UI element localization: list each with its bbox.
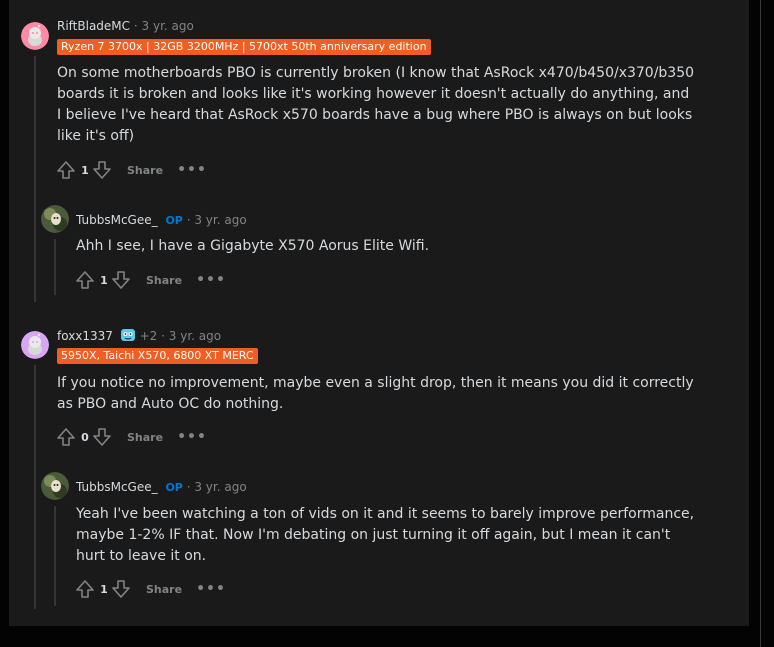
avatar[interactable]	[41, 205, 69, 233]
comment-actions: 0 Share •••	[55, 425, 207, 449]
snoo-avatar-icon	[21, 331, 49, 359]
upvote-icon[interactable]	[74, 578, 96, 600]
share-button[interactable]: Share	[127, 164, 163, 177]
user-flair: Ryzen 7 3700x | 32GB 3200MHz | 5700xt 50…	[57, 39, 431, 55]
comment-meta: TubbsMcGee_ OP · 3 yr. ago	[76, 212, 247, 229]
comment-meta: foxx1337 +2 · 3 yr. ago	[57, 327, 221, 347]
username[interactable]: TubbsMcGee_	[76, 213, 158, 227]
op-badge: OP	[165, 481, 183, 494]
username[interactable]: TubbsMcGee_	[76, 480, 158, 494]
username[interactable]: RiftBladeMC	[57, 19, 130, 33]
user-flair: 5950X, Taichi X570, 6800 XT MERC	[57, 348, 258, 364]
avatar[interactable]	[41, 472, 69, 500]
share-button[interactable]: Share	[146, 274, 182, 287]
comment-body: On some motherboards PBO is currently br…	[57, 65, 695, 144]
downvote-icon[interactable]	[91, 159, 113, 181]
thread-line[interactable]	[34, 56, 36, 302]
downvote-icon[interactable]	[110, 578, 132, 600]
comment-actions: 1 Share •••	[74, 577, 226, 601]
snoo-avatar-icon	[21, 22, 49, 50]
scrollbar-track[interactable]	[760, 0, 761, 647]
award-count[interactable]: +2	[140, 329, 158, 343]
timestamp[interactable]: 3 yr. ago	[194, 213, 246, 227]
comment-body: Yeah I've been watching a ton of vids on…	[76, 506, 695, 564]
profile-photo-icon	[41, 205, 69, 233]
comment-actions: 1 Share •••	[74, 268, 226, 292]
downvote-icon[interactable]	[110, 269, 132, 291]
vote-count: 1	[100, 582, 108, 596]
meta-separator: ·	[133, 19, 138, 33]
username[interactable]: foxx1337	[57, 329, 113, 343]
timestamp[interactable]: 3 yr. ago	[142, 19, 194, 33]
upvote-icon[interactable]	[74, 269, 96, 291]
comment-body: Ahh I see, I have a Gigabyte X570 Aorus …	[76, 238, 430, 254]
upvote-icon[interactable]	[55, 426, 77, 448]
meta-separator: ·	[161, 329, 165, 343]
avatar[interactable]	[21, 331, 49, 359]
vote-count: 0	[81, 430, 89, 444]
upvote-icon[interactable]	[55, 159, 77, 181]
more-options-icon[interactable]: •••	[196, 581, 226, 597]
meta-separator: ·	[186, 213, 191, 227]
more-options-icon[interactable]: •••	[177, 429, 207, 445]
timestamp[interactable]: 3 yr. ago	[169, 329, 221, 343]
comment-meta: RiftBladeMC · 3 yr. ago	[57, 18, 194, 34]
share-button[interactable]: Share	[146, 583, 182, 596]
comment-actions: 1 Share •••	[55, 158, 207, 182]
more-options-icon[interactable]: •••	[177, 162, 207, 178]
vote-count: 1	[100, 273, 108, 287]
thread-line[interactable]	[54, 239, 56, 295]
profile-photo-icon	[41, 472, 69, 500]
comment-body: If you notice no improvement, maybe even…	[57, 375, 694, 412]
avatar[interactable]	[21, 22, 49, 50]
timestamp[interactable]: 3 yr. ago	[194, 480, 246, 494]
share-button[interactable]: Share	[127, 431, 163, 444]
meta-separator: ·	[186, 480, 191, 494]
more-options-icon[interactable]: •••	[196, 272, 226, 288]
vote-count: 1	[81, 163, 89, 177]
downvote-icon[interactable]	[91, 426, 113, 448]
comment-meta: TubbsMcGee_ OP · 3 yr. ago	[76, 479, 247, 496]
award-icon[interactable]	[120, 327, 136, 347]
thread-line[interactable]	[34, 365, 36, 609]
op-badge: OP	[165, 214, 183, 227]
thread-line[interactable]	[54, 506, 56, 606]
